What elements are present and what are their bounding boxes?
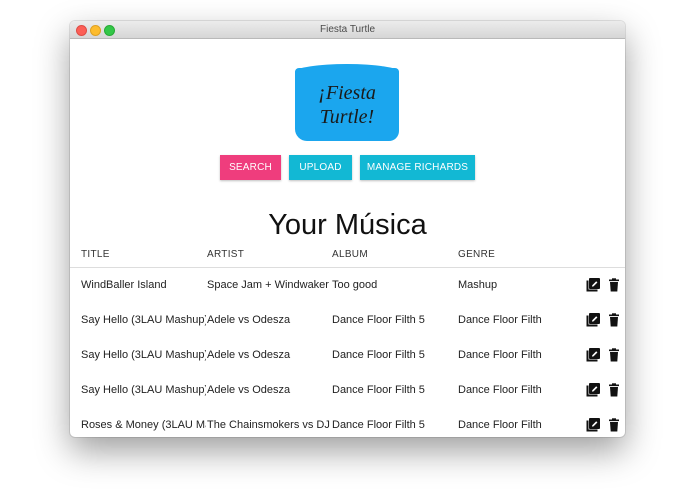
trash-icon[interactable] <box>607 418 621 432</box>
trash-icon[interactable] <box>607 383 621 397</box>
edit-library-icon[interactable] <box>586 418 600 432</box>
cell-title: WindBaller Island <box>81 279 167 291</box>
column-header-album: ALBUM <box>332 249 368 260</box>
cell-genre: Dance Floor Filth <box>458 349 542 361</box>
cell-album: Too good <box>332 279 378 291</box>
trash-icon[interactable] <box>607 348 621 362</box>
table-row[interactable]: Say Hello (3LAU Mashup) Adele vs Odesza Da… <box>70 373 625 408</box>
table-row[interactable]: Roses & Money (3LAU Mashup)The Chainsmok… <box>70 408 625 437</box>
column-header-artist: ARTIST <box>207 249 245 260</box>
column-header-genre: GENRE <box>458 249 496 260</box>
edit-library-icon[interactable] <box>586 383 600 397</box>
cell-artist: The Chainsmokers vs DJ Snake <box>207 419 331 431</box>
edit-library-icon[interactable] <box>586 278 600 292</box>
cell-title: Say Hello (3LAU Mashup) <box>81 314 206 326</box>
cell-title: Roses & Money (3LAU Mashup) <box>81 419 206 431</box>
app-window: Fiesta Turtle ¡Fiesta Turtle! SEARCH UPL… <box>70 21 625 437</box>
cell-genre: Mashup <box>458 279 498 291</box>
cell-genre: Dance Floor Filth <box>458 419 542 431</box>
logo-text-line1: ¡Fiesta <box>318 81 376 104</box>
search-button[interactable]: SEARCH <box>220 155 281 180</box>
table-row[interactable]: Say Hello (3LAU Mashup) Adele vs Odesza Da… <box>70 338 625 373</box>
upload-button[interactable]: UPLOAD <box>289 155 352 180</box>
edit-library-icon[interactable] <box>586 313 600 327</box>
cell-genre: Dance Floor Filth <box>458 384 542 396</box>
column-header-title: TITLE <box>81 249 110 260</box>
window-title: Fiesta Turtle <box>319 24 376 35</box>
table-row[interactable]: Say Hello (3LAU Mashup) Adele vs Odesza Da… <box>70 303 625 338</box>
cell-title: Say Hello (3LAU Mashup) <box>81 349 206 361</box>
cell-artist: Adele vs Odesza <box>207 314 291 326</box>
trash-icon[interactable] <box>607 278 621 292</box>
cell-artist: Adele vs Odesza <box>207 349 291 361</box>
cell-title: Say Hello (3LAU Mashup) <box>81 384 206 396</box>
title-bar: Fiesta Turtle <box>70 21 625 39</box>
cell-artist: Space Jam + Windwaker <box>207 279 329 291</box>
page-title: Your Música <box>268 209 427 241</box>
app-logo: ¡Fiesta Turtle! <box>295 64 399 141</box>
cell-album: Dance Floor Filth 5 <box>332 419 425 431</box>
cell-artist: Adele vs Odesza <box>207 384 291 396</box>
table-header: TITLE ARTIST ALBUM GENRE <box>70 247 625 268</box>
table-row[interactable]: WindBaller Island Space Jam + Windwaker To… <box>70 268 625 303</box>
logo-text-line2: Turtle! <box>319 105 375 128</box>
edit-library-icon[interactable] <box>586 348 600 362</box>
logo-wave <box>295 64 399 72</box>
cell-genre: Dance Floor Filth <box>458 314 542 326</box>
cell-album: Dance Floor Filth 5 <box>332 314 425 326</box>
cell-album: Dance Floor Filth 5 <box>332 349 425 361</box>
trash-icon[interactable] <box>607 313 621 327</box>
cell-album: Dance Floor Filth 5 <box>332 384 425 396</box>
manage-richards-button[interactable]: MANAGE RICHARDS <box>360 155 475 180</box>
